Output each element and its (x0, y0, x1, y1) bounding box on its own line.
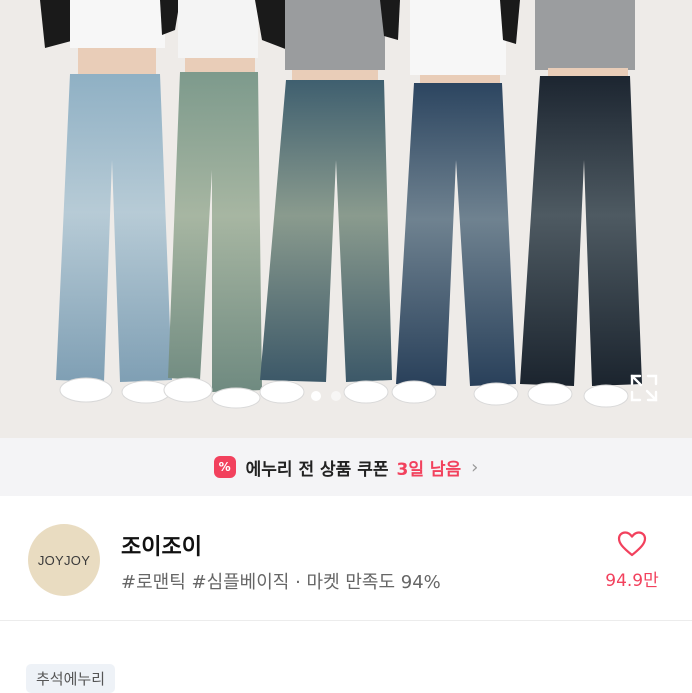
shop-logo[interactable]: JOYJOY (28, 524, 100, 596)
shop-tags-rating: #로맨틱 #심플베이직 · 마켓 만족도 94% (121, 572, 441, 593)
carousel-dot[interactable] (331, 391, 341, 401)
coupon-banner[interactable]: % 에누리 전 상품 쿠폰 3일 남음 › (0, 438, 692, 496)
favorite-count: 94.9만 (605, 571, 659, 591)
expand-icon[interactable] (628, 372, 660, 404)
heart-outline-icon (617, 531, 647, 557)
product-image[interactable] (0, 0, 692, 438)
shop-info: JOYJOY 조이조이 #로맨틱 #심플베이직 · 마켓 만족도 94% 94.… (0, 496, 692, 621)
jeans-lineup-illustration (40, 0, 642, 409)
carousel-dot[interactable] (351, 391, 361, 401)
shop-logo-text: JOYJOY (37, 552, 91, 568)
coupon-text: 에누리 전 상품 쿠폰 (245, 459, 389, 480)
percent-ticket-icon: % (213, 456, 236, 478)
coupon-remaining: 3일 남음 (396, 459, 462, 480)
carousel-indicator (0, 390, 692, 402)
chevron-right-icon: › (471, 456, 479, 478)
promo-tag: 추석에누리 (26, 664, 116, 693)
shop-name[interactable]: 조이조이 (121, 529, 202, 561)
carousel-dot-active[interactable] (311, 391, 321, 401)
favorite-button[interactable]: 94.9만 (598, 530, 666, 591)
carousel-dot[interactable] (371, 391, 381, 401)
